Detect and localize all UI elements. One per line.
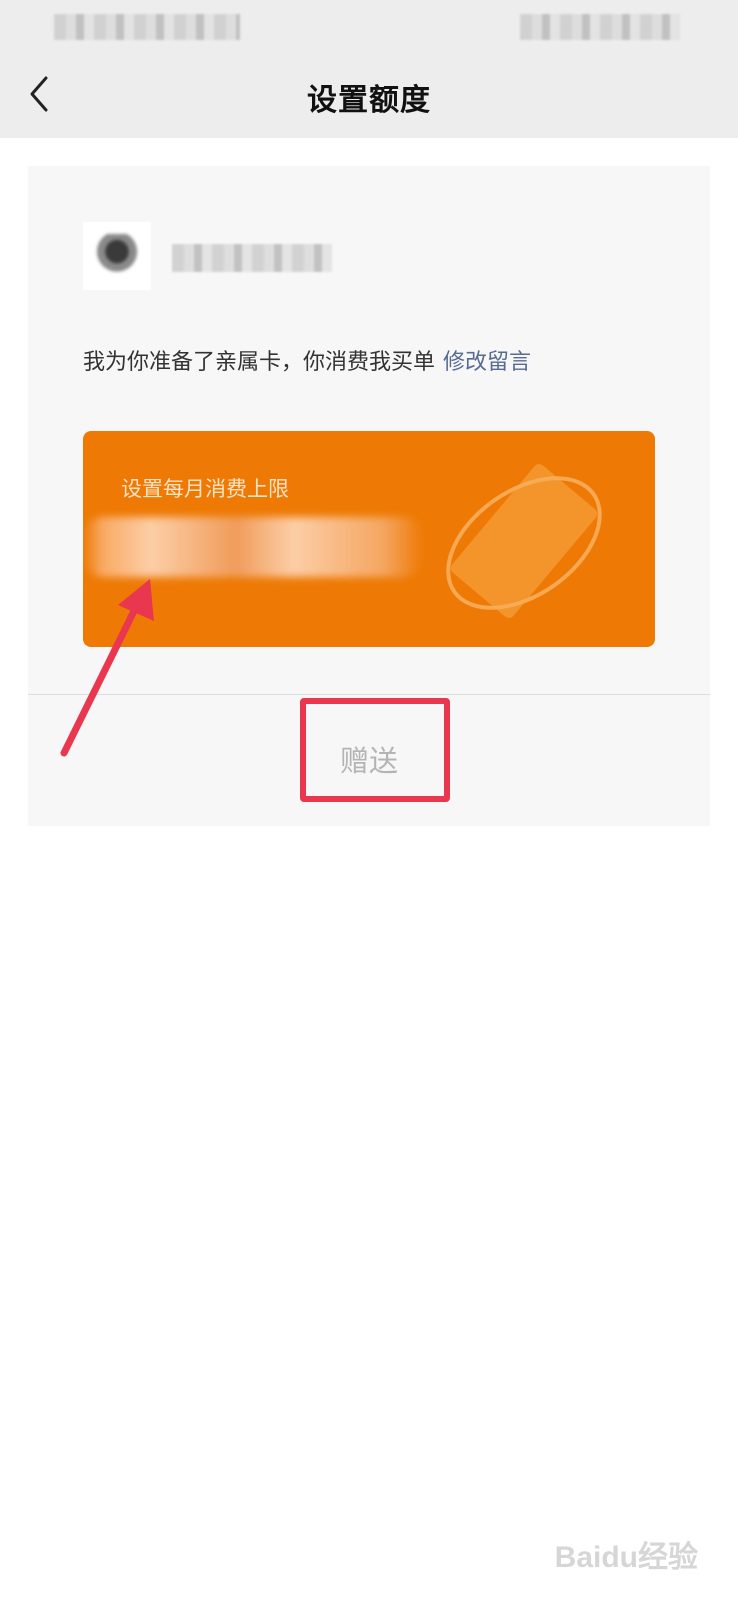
page-title: 设置额度	[307, 83, 431, 118]
avatar-image-blurred	[97, 234, 137, 278]
edit-message-link[interactable]: 修改留言	[443, 350, 531, 375]
card-message: 我为你准备了亲属卡，你消费我买单	[83, 350, 436, 375]
watermark: Baidu经验	[554, 1541, 698, 1574]
username-blurred	[172, 244, 332, 272]
annotation-highlight-box	[300, 698, 450, 802]
quota-label: 设置每月消费上限	[121, 477, 289, 501]
card-decoration-icon	[446, 464, 602, 618]
avatar	[83, 222, 151, 290]
annotation-arrow-icon	[60, 579, 154, 757]
status-bar	[0, 0, 738, 55]
page: 设置额度 我为你准备了亲属卡，你消费我买单 修改留言 设置每月消费上限 赠送 B…	[0, 0, 738, 1600]
status-bar-left-blur	[54, 14, 240, 40]
nav-bar: 设置额度	[0, 55, 738, 138]
status-bar-right-blur	[520, 14, 680, 40]
message-text: 我为你准备了亲属卡，你消费我买单 修改留言	[83, 344, 683, 376]
